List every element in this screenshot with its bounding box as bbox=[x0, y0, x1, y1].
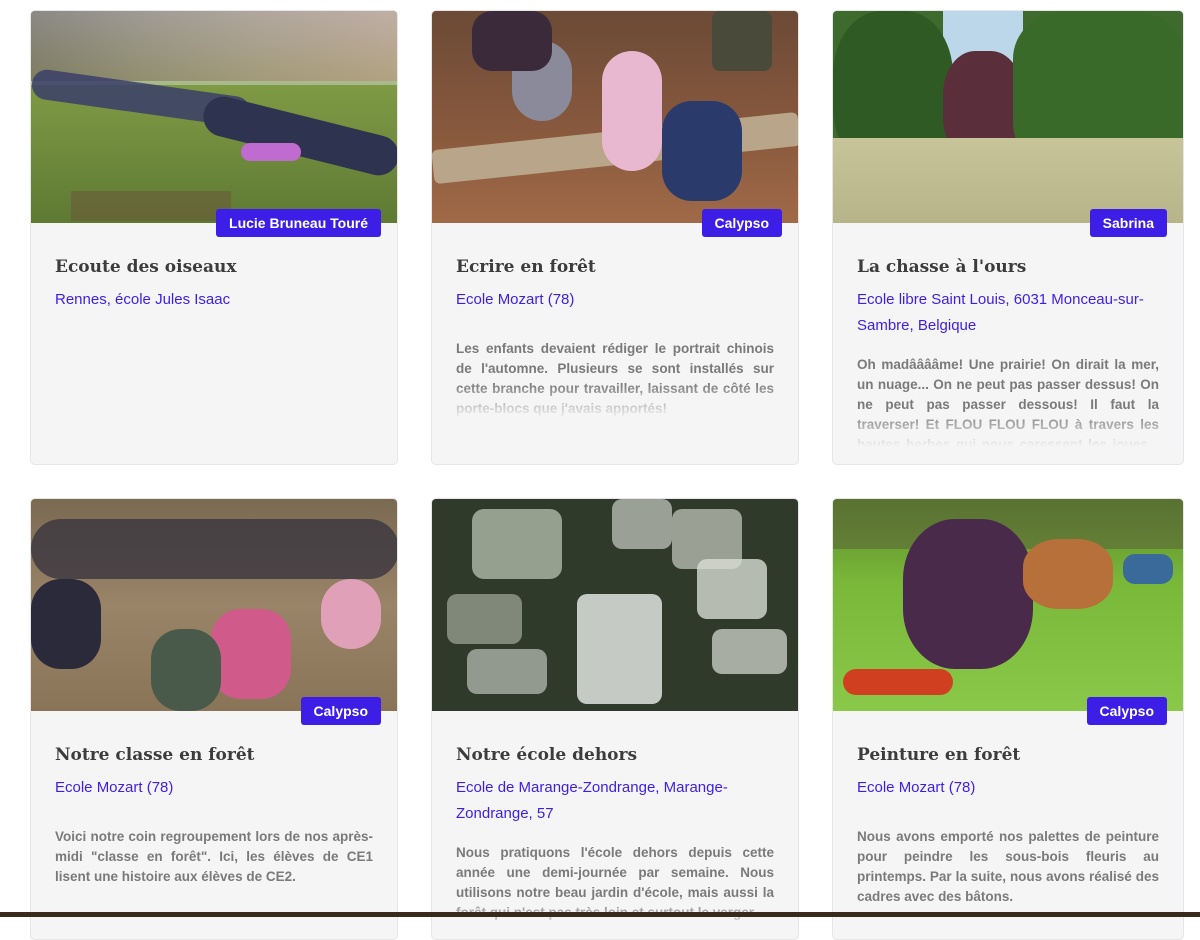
card-photo[interactable] bbox=[432, 11, 798, 223]
card-title[interactable]: Ecrire en forêt bbox=[456, 257, 774, 277]
author-badge[interactable]: Lucie Bruneau Touré bbox=[216, 209, 381, 237]
card-photo[interactable] bbox=[833, 499, 1183, 711]
card-photo[interactable] bbox=[833, 11, 1183, 223]
card-title[interactable]: Ecoute des oiseaux bbox=[55, 257, 373, 277]
card-title[interactable]: Notre école dehors bbox=[456, 745, 774, 765]
card-description: Les enfants devaient rédiger le portrait… bbox=[456, 339, 774, 419]
card-photo[interactable] bbox=[31, 11, 397, 223]
activity-card[interactable]: Calypso Ecrire en forêt Ecole Mozart (78… bbox=[431, 10, 799, 465]
card-location[interactable]: Ecole de Marange-Zondrange, Marange-Zond… bbox=[456, 775, 774, 827]
card-description: Voici notre coin regroupement lors de no… bbox=[55, 829, 373, 884]
activity-card[interactable]: Calypso Peinture en forêt Ecole Mozart (… bbox=[832, 498, 1184, 940]
card-grid: Lucie Bruneau Touré Ecoute des oiseaux R… bbox=[30, 10, 1184, 940]
card-title[interactable]: Notre classe en forêt bbox=[55, 745, 373, 765]
card-location[interactable]: Ecole libre Saint Louis, 6031 Monceau-su… bbox=[857, 287, 1159, 339]
card-title[interactable]: Peinture en forêt bbox=[857, 745, 1159, 765]
card-location[interactable]: Rennes, école Jules Isaac bbox=[55, 287, 373, 313]
card-title[interactable]: La chasse à l'ours bbox=[857, 257, 1159, 277]
card-location[interactable]: Ecole Mozart (78) bbox=[55, 775, 373, 801]
author-badge[interactable]: Calypso bbox=[701, 209, 782, 237]
card-location[interactable]: Ecole Mozart (78) bbox=[857, 775, 1159, 801]
card-photo[interactable] bbox=[432, 499, 798, 711]
card-description: Nous avons emporté nos palettes de peint… bbox=[857, 829, 1159, 904]
activity-card[interactable]: Notre école dehors Ecole de Marange-Zond… bbox=[431, 498, 799, 940]
card-description: Oh madââââme! Une prairie! On dirait la … bbox=[857, 355, 1159, 447]
author-badge[interactable]: Calypso bbox=[300, 697, 381, 725]
footer-strip bbox=[0, 912, 1200, 917]
activity-card[interactable]: Lucie Bruneau Touré Ecoute des oiseaux R… bbox=[30, 10, 398, 465]
card-location[interactable]: Ecole Mozart (78) bbox=[456, 287, 774, 313]
author-badge[interactable]: Sabrina bbox=[1089, 209, 1167, 237]
card-photo[interactable] bbox=[31, 499, 397, 711]
card-description: Nous pratiquons l'école dehors depuis ce… bbox=[456, 843, 774, 933]
activity-card[interactable]: Calypso Notre classe en forêt Ecole Moza… bbox=[30, 498, 398, 940]
author-badge[interactable]: Calypso bbox=[1086, 697, 1167, 725]
activity-card[interactable]: Sabrina La chasse à l'ours Ecole libre S… bbox=[832, 10, 1184, 465]
